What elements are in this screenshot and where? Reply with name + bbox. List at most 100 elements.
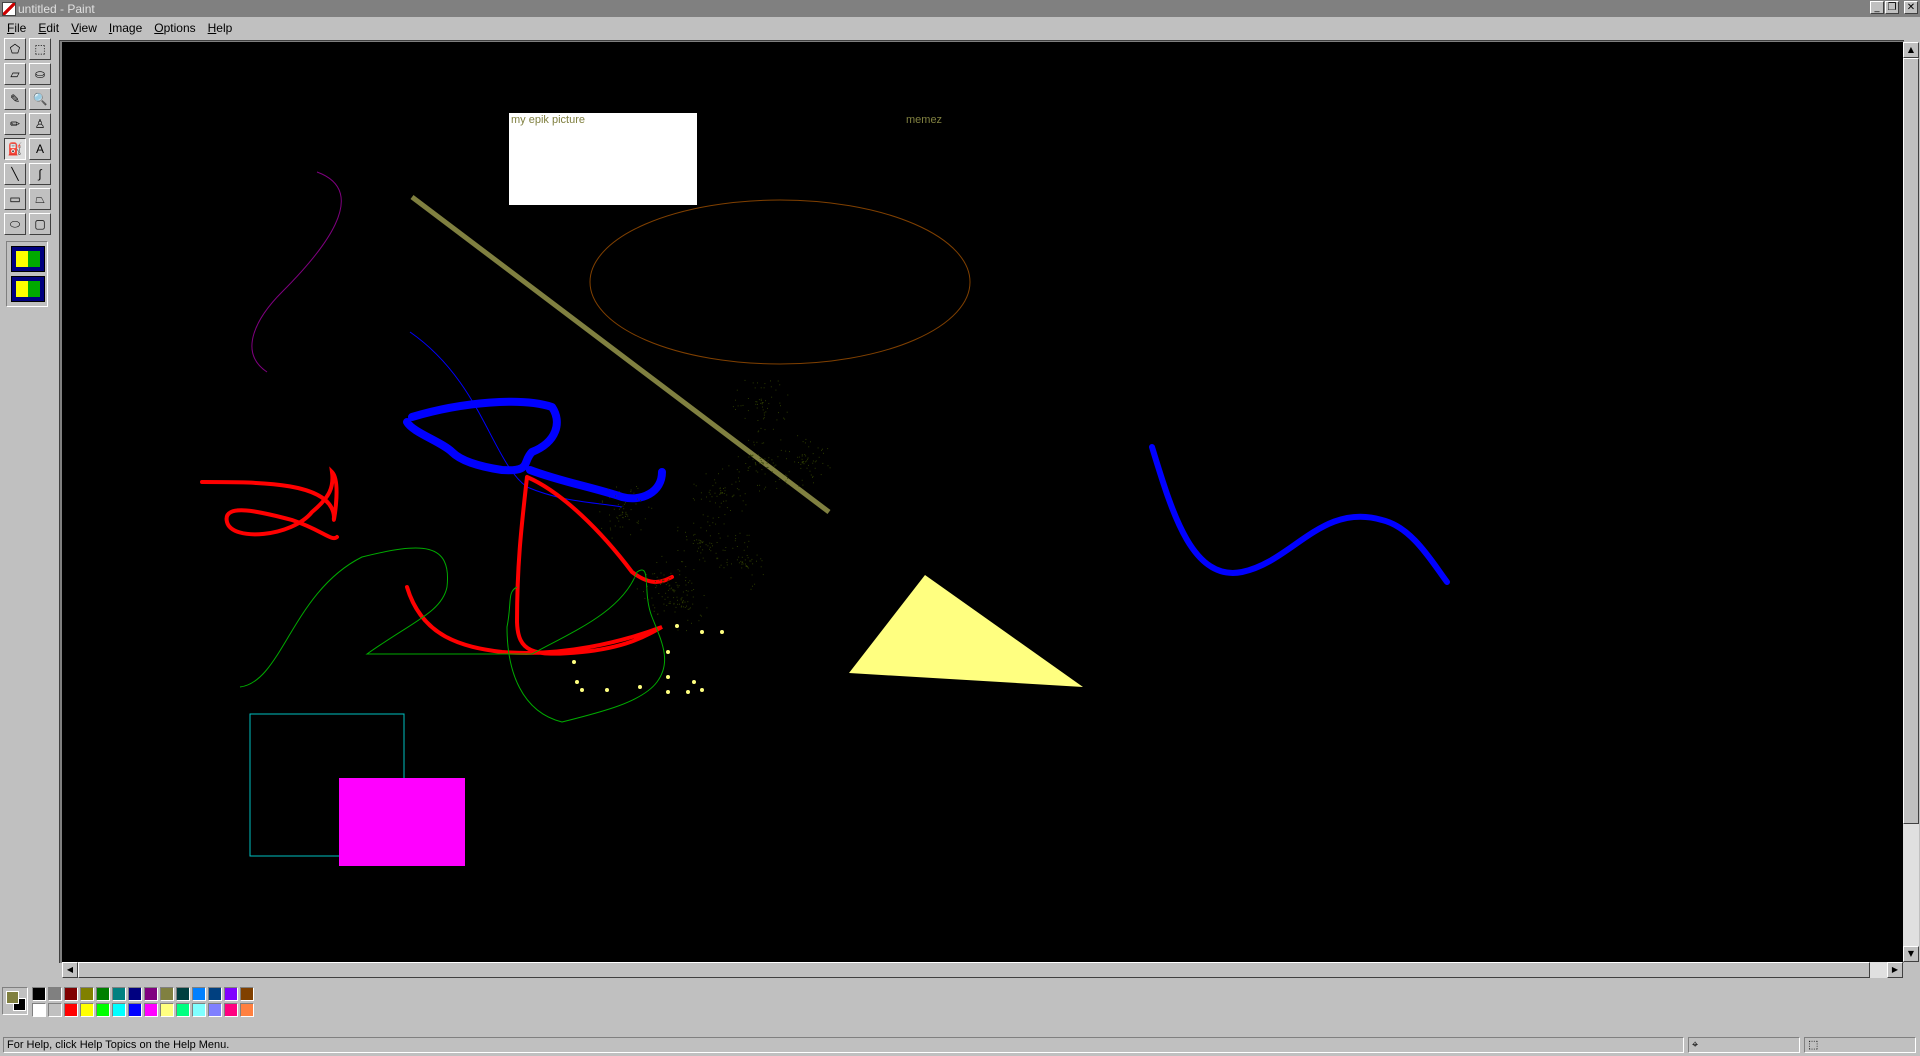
free-form-select-icon[interactable]: ⬠ bbox=[4, 38, 26, 60]
ellipse-icon[interactable]: ⬭ bbox=[4, 213, 26, 235]
spray-dot bbox=[609, 497, 611, 499]
scroll-down-button[interactable]: ▼ bbox=[1903, 946, 1919, 962]
palette-swatch[interactable] bbox=[160, 1003, 174, 1017]
scroll-up-button[interactable]: ▲ bbox=[1903, 42, 1919, 58]
menu-help[interactable]: Help bbox=[201, 21, 238, 35]
spray-dot bbox=[785, 474, 787, 476]
palette-swatch[interactable] bbox=[48, 987, 62, 1001]
magnifier-icon[interactable]: 🔍 bbox=[29, 88, 51, 110]
menu-options[interactable]: Options bbox=[147, 21, 200, 35]
spray-dot-yellow bbox=[686, 690, 690, 694]
palette-swatch[interactable] bbox=[224, 987, 238, 1001]
vertical-scrollbar[interactable]: ▲ ▼ bbox=[1903, 42, 1919, 962]
drawing-canvas[interactable]: my epik picture memez bbox=[62, 42, 1903, 962]
vertical-scroll-thumb[interactable] bbox=[1903, 58, 1919, 824]
menu-edit[interactable]: Edit bbox=[31, 21, 64, 35]
palette-swatch[interactable] bbox=[32, 1003, 46, 1017]
close-button[interactable]: ✕ bbox=[1904, 1, 1918, 14]
palette-swatch[interactable] bbox=[96, 1003, 110, 1017]
menu-view[interactable]: View bbox=[64, 21, 102, 35]
palette-swatch[interactable] bbox=[64, 1003, 78, 1017]
palette-swatch[interactable] bbox=[224, 1003, 238, 1017]
palette-swatch[interactable] bbox=[192, 1003, 206, 1017]
spray-dot bbox=[798, 485, 800, 487]
spray-dot bbox=[765, 400, 766, 402]
horizontal-scroll-thumb[interactable] bbox=[78, 962, 1870, 978]
palette-swatch[interactable] bbox=[32, 987, 46, 1001]
spray-dot bbox=[680, 599, 682, 601]
palette-swatch[interactable] bbox=[128, 987, 142, 1001]
spray-dot bbox=[709, 542, 711, 544]
spray-dot bbox=[745, 463, 747, 464]
palette-swatch[interactable] bbox=[80, 1003, 94, 1017]
pick-color-icon[interactable]: ✎ bbox=[4, 88, 26, 110]
spray-dot bbox=[787, 394, 789, 396]
palette-swatch[interactable] bbox=[48, 1003, 62, 1017]
restore-button[interactable]: ❐ bbox=[1885, 1, 1899, 14]
status-position: ⌖ bbox=[1688, 1037, 1800, 1053]
spray-dot bbox=[801, 454, 803, 456]
palette-swatch[interactable] bbox=[96, 987, 110, 1001]
spray-dot bbox=[726, 562, 728, 563]
palette-swatch[interactable] bbox=[240, 1003, 254, 1017]
blue-wave-stroke bbox=[1149, 444, 1450, 585]
spray-dot bbox=[787, 477, 789, 479]
paint-app-icon[interactable] bbox=[2, 1, 16, 16]
palette-swatch[interactable] bbox=[160, 987, 174, 1001]
polygon-icon[interactable]: ⏢ bbox=[29, 188, 51, 210]
palette-swatch[interactable] bbox=[240, 987, 254, 1001]
palette-swatch[interactable] bbox=[144, 987, 158, 1001]
spray-dot bbox=[752, 382, 754, 384]
text-box-memez[interactable]: memez bbox=[906, 114, 942, 126]
minimize-button[interactable]: _ bbox=[1870, 1, 1884, 14]
spray-dot bbox=[723, 500, 725, 502]
spray-dot bbox=[763, 418, 764, 420]
fill-bucket-icon[interactable]: ⛀ bbox=[29, 63, 51, 85]
scroll-right-button[interactable]: ▶ bbox=[1887, 962, 1903, 978]
spray-dot bbox=[744, 563, 746, 565]
rounded-rectangle-icon[interactable]: ▢ bbox=[29, 213, 51, 235]
palette-swatch[interactable] bbox=[192, 987, 206, 1001]
airbrush-icon[interactable]: ⛽ bbox=[4, 138, 26, 160]
menu-image[interactable]: Image bbox=[102, 21, 147, 35]
spray-dot bbox=[622, 517, 624, 518]
palette-swatch[interactable] bbox=[176, 987, 190, 1001]
rectangle-icon[interactable]: ▭ bbox=[4, 188, 26, 210]
palette-swatch[interactable] bbox=[208, 987, 222, 1001]
spray-dot bbox=[722, 468, 724, 470]
spray-dot bbox=[679, 570, 681, 572]
text-icon[interactable]: A bbox=[29, 138, 51, 160]
eraser-icon[interactable]: ▱ bbox=[4, 63, 26, 85]
blue-thick-stroke bbox=[403, 397, 666, 503]
brush-icon[interactable]: ♙ bbox=[29, 113, 51, 135]
curve-icon[interactable]: ∫ bbox=[29, 163, 51, 185]
spray-dot bbox=[755, 403, 757, 405]
spray-dot bbox=[719, 537, 721, 539]
line-icon[interactable]: ╲ bbox=[4, 163, 26, 185]
spray-dot bbox=[682, 600, 684, 602]
scroll-left-button[interactable]: ◀ bbox=[62, 962, 78, 978]
pencil-icon[interactable]: ✏ bbox=[4, 113, 26, 135]
select-icon[interactable]: ⬚ bbox=[29, 38, 51, 60]
palette-swatch[interactable] bbox=[112, 1003, 126, 1017]
spray-dot bbox=[748, 439, 750, 441]
palette-swatch[interactable] bbox=[64, 987, 78, 1001]
palette-swatch[interactable] bbox=[112, 987, 126, 1001]
menu-file[interactable]: File bbox=[0, 21, 31, 35]
horizontal-scrollbar[interactable]: ◀ ▶ bbox=[62, 962, 1903, 978]
text-box-white[interactable]: my epik picture bbox=[509, 113, 697, 205]
spray-dot-yellow bbox=[638, 685, 642, 689]
spray-dot bbox=[750, 588, 752, 590]
palette-swatch[interactable] bbox=[208, 1003, 222, 1017]
transparent-option-icon[interactable] bbox=[11, 276, 45, 302]
spray-dot bbox=[609, 527, 611, 529]
palette-swatch[interactable] bbox=[176, 1003, 190, 1017]
palette-swatch[interactable] bbox=[128, 1003, 142, 1017]
spray-dot bbox=[754, 387, 756, 389]
palette-swatch[interactable] bbox=[144, 1003, 158, 1017]
spray-dot bbox=[762, 406, 763, 408]
palette-swatch[interactable] bbox=[80, 987, 94, 1001]
spray-dot bbox=[810, 441, 811, 443]
opaque-option-icon[interactable] bbox=[11, 246, 45, 272]
spray-dot bbox=[760, 427, 762, 429]
